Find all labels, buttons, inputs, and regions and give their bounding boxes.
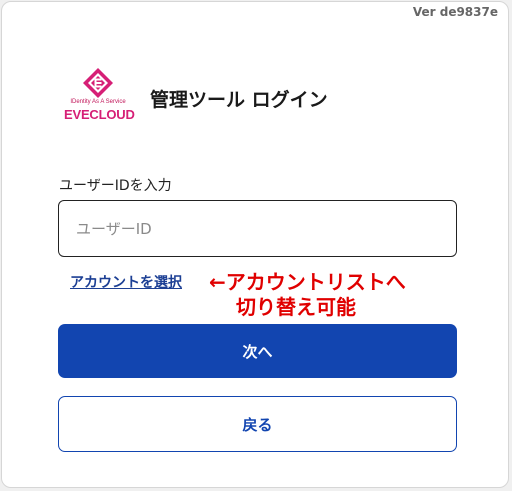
back-button[interactable]: 戻る	[58, 396, 457, 452]
login-card: Ver de9837e IDentity As A Service EVECLO…	[1, 1, 509, 488]
brand-tagline: IDentity As A Service	[70, 99, 126, 105]
user-id-input[interactable]	[58, 200, 457, 257]
version-label: Ver de9837e	[412, 5, 498, 19]
next-button-label: 次へ	[242, 342, 273, 361]
back-button-label: 戻る	[242, 415, 273, 434]
annotation-line-2: 切り替え可能	[236, 295, 356, 319]
next-button[interactable]: 次へ	[58, 324, 457, 378]
brand-wordmark: EVECLOUD	[64, 107, 135, 122]
page-title: 管理ツール ログイン	[150, 89, 328, 111]
evecloud-logo-icon	[83, 68, 113, 98]
select-account-link[interactable]: アカウントを選択	[70, 272, 182, 292]
brand-logo: IDentity As A Service EVECLOUD	[64, 68, 135, 128]
user-id-label: ユーザーIDを入力	[59, 178, 172, 194]
